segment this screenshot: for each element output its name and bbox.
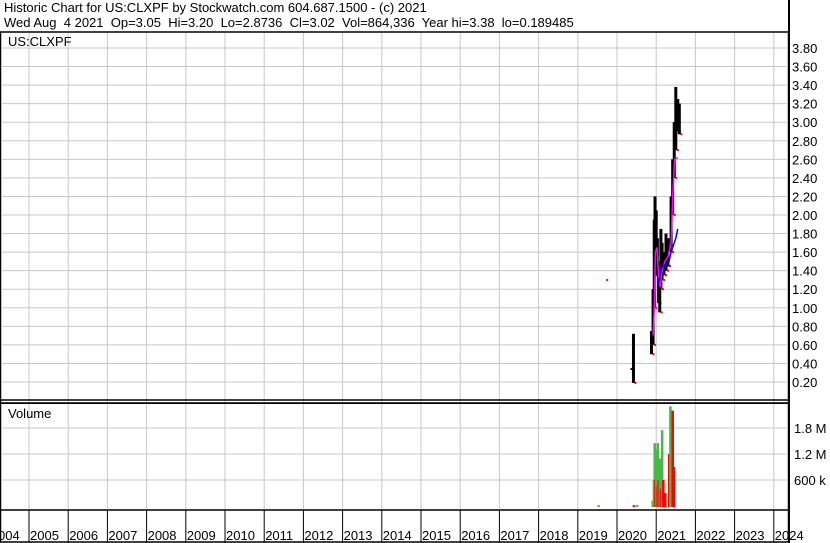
right-axis-border	[788, 0, 790, 543]
volume-bar	[672, 467, 676, 507]
price-tick-label: 1.40	[792, 264, 817, 279]
volume-bar	[632, 505, 636, 507]
year-label: 2015	[422, 528, 451, 543]
close-tick	[634, 381, 637, 384]
volume-tick-label: 1.8 M	[794, 421, 827, 436]
price-tick-label: 3.20	[792, 97, 817, 112]
year-label: 2005	[30, 528, 59, 543]
price-tick-label: 2.20	[792, 189, 817, 204]
price-tick-label: 0.80	[792, 319, 817, 334]
year-label: 2020	[618, 528, 647, 543]
close-tick	[668, 265, 671, 268]
volume-top	[0, 403, 788, 404]
close-tick	[672, 251, 675, 254]
close-tick	[660, 311, 663, 314]
year-label: 2009	[187, 528, 216, 543]
price-tick-label: 1.20	[792, 282, 817, 297]
volume-label: Volume	[8, 406, 51, 421]
close-tick	[661, 288, 664, 291]
price-tick-label: 2.00	[792, 208, 817, 223]
price-tick-label: 3.80	[792, 41, 817, 56]
year-label: 2013	[344, 528, 373, 543]
volume-bar	[597, 505, 600, 507]
year-label: 2023	[736, 528, 765, 543]
year-label: 2008	[148, 528, 177, 543]
close-tick	[652, 353, 655, 356]
volume-tick-label: 1.2 M	[794, 447, 827, 462]
price-tick-label: 1.60	[792, 245, 817, 260]
year-label: 2017	[500, 528, 529, 543]
close-tick	[655, 306, 658, 309]
volume-tick-label: 600 k	[794, 473, 826, 488]
year-label: 2022	[696, 528, 725, 543]
price-tick-label: 3.60	[792, 60, 817, 75]
price-tick-label: 2.80	[792, 134, 817, 149]
year-label: 2010	[226, 528, 255, 543]
close-tick	[654, 343, 657, 346]
year-label: 2006	[69, 528, 98, 543]
price-dot	[606, 278, 609, 281]
year-label: 2019	[579, 528, 608, 543]
close-tick	[673, 214, 676, 216]
close-tick	[665, 274, 668, 277]
price-tick-label: 2.60	[792, 152, 817, 167]
chart-window: Historic Chart for US:CLXPF by Stockwatc…	[0, 0, 830, 543]
price-tick-label: 0.40	[792, 356, 817, 371]
price-tick-label: 2.40	[792, 171, 817, 186]
price-tick-label: 3.00	[792, 115, 817, 130]
price-bar	[677, 103, 681, 135]
year-label: 2007	[108, 528, 137, 543]
close-tick	[676, 149, 679, 152]
close-tick	[675, 176, 678, 179]
year-label: 2004	[0, 528, 20, 543]
price-tick-label: 1.80	[792, 227, 817, 242]
close-tick	[663, 278, 666, 281]
year-label: 2014	[383, 528, 412, 543]
stock-chart: 0.20 0.40 0.60 0.80 1.00 1.20 1.40 1.60 1.80 2.00…	[0, 0, 827, 543]
year-label: 2021	[657, 528, 686, 543]
volume-bar	[664, 493, 667, 507]
price-tick-label: 0.20	[792, 375, 817, 390]
year-label: 2016	[461, 528, 490, 543]
price-tick-label: 0.60	[792, 338, 817, 353]
close-tick	[680, 133, 683, 136]
year-label: 2011	[265, 528, 293, 543]
price-bar	[631, 333, 635, 383]
year-label: 2018	[540, 528, 569, 543]
volume-bar	[635, 504, 639, 507]
close-tick	[667, 269, 669, 272]
year-label: 2012	[304, 528, 333, 543]
price-tick-label: 1.00	[792, 301, 817, 316]
price-tick-label: 3.40	[792, 78, 817, 93]
chart-symbol-label: US:CLXPF	[8, 34, 72, 49]
